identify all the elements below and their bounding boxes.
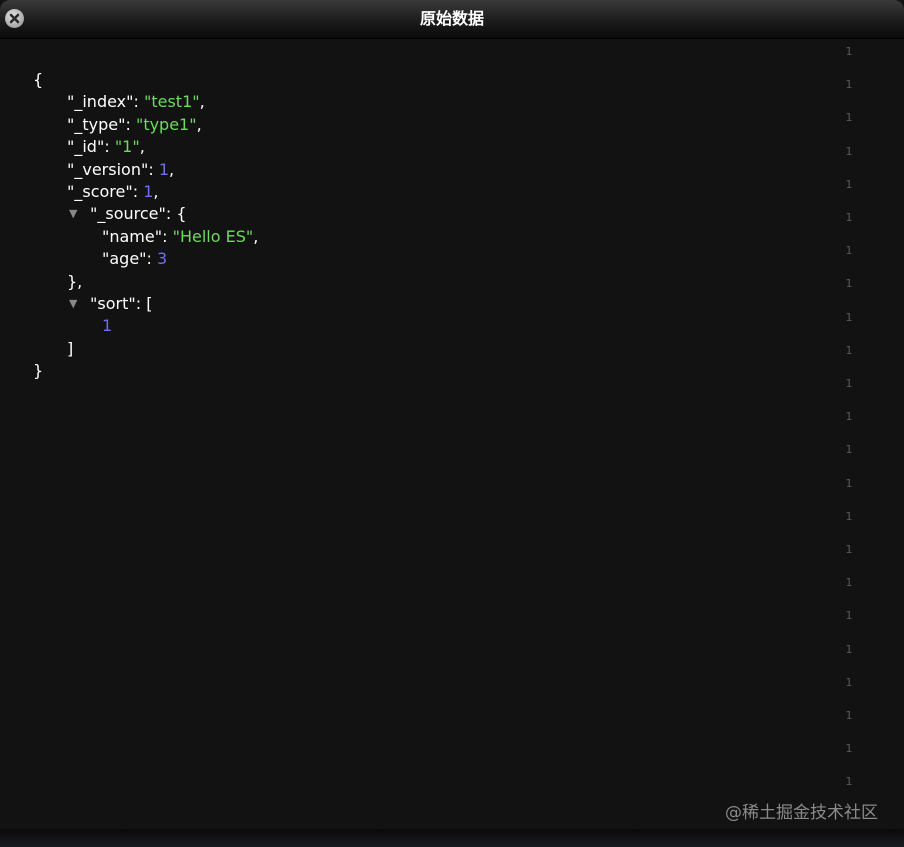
- json-field-source: ▼ "_source": {: [33, 203, 258, 225]
- line-marker: 1: [845, 443, 853, 457]
- line-marker: 1: [845, 476, 853, 490]
- triangle-down-icon[interactable]: ▼: [69, 293, 77, 315]
- line-marker: 1: [845, 675, 853, 689]
- json-field-type: "_type": "type1",: [33, 114, 258, 136]
- raw-data-content[interactable]: { "_index": "test1", "_type": "type1", "…: [0, 39, 904, 829]
- window-title: 原始数据: [419, 9, 484, 28]
- json-colon: :: [148, 159, 159, 179]
- line-marker: 1: [845, 576, 853, 590]
- line-marker: 1: [845, 742, 853, 756]
- line-marker: 1: [845, 244, 853, 258]
- watermark: @稀土掘金技术社区: [725, 803, 878, 823]
- json-comma: ,: [169, 159, 175, 179]
- json-number-value: 1: [143, 181, 154, 201]
- json-close-brace: }: [33, 361, 44, 381]
- json-comma: ,: [196, 114, 202, 134]
- triangle-down-icon[interactable]: ▼: [69, 203, 77, 225]
- json-key: "_version": [67, 159, 149, 179]
- line-marker: 1: [845, 111, 853, 125]
- json-field-version: "_version": 1,: [33, 159, 258, 181]
- bottom-bar: [0, 829, 904, 847]
- line-marker: 1: [845, 775, 853, 789]
- json-comma: ,: [153, 181, 159, 201]
- json-comma: ,: [253, 226, 259, 246]
- json-colon: :: [162, 226, 173, 246]
- line-marker: 1: [845, 343, 853, 357]
- line-marker: 1: [845, 543, 853, 556]
- json-key: "age": [102, 249, 147, 269]
- json-field-name: "name": "Hello ES",: [33, 226, 258, 248]
- json-key: "_id": [67, 137, 105, 157]
- json-key: "_index": [67, 92, 134, 112]
- json-number-value: 1: [158, 159, 169, 179]
- json-open-brace: {: [176, 204, 187, 224]
- line-marker: 1: [845, 78, 853, 92]
- json-colon: :: [104, 137, 115, 157]
- json-string-value: "Hello ES": [172, 226, 254, 246]
- title-bar[interactable]: 原始数据: [0, 0, 904, 39]
- json-colon: :: [135, 293, 147, 313]
- line-marker: 1: [845, 144, 853, 158]
- json-comma: ,: [199, 92, 205, 112]
- line-marker: 1: [845, 211, 853, 224]
- json-string-value: "type1": [135, 114, 197, 134]
- line-marker: 1: [845, 509, 853, 523]
- json-field-index: "_index": "test1",: [33, 91, 258, 113]
- line-marker: 1: [845, 310, 853, 324]
- line-marker: 1: [845, 609, 853, 623]
- line-marker: 1: [845, 709, 853, 722]
- line-marker: 1: [845, 277, 853, 291]
- json-open-bracket: [: [146, 293, 153, 313]
- json-field-score: "_score": 1,: [33, 181, 258, 203]
- json-colon: :: [165, 204, 177, 224]
- json-colon: :: [132, 181, 144, 201]
- json-key: "_source": [90, 204, 166, 224]
- json-viewer: { "_index": "test1", "_type": "type1", "…: [33, 69, 258, 382]
- line-marker: 1: [845, 410, 853, 424]
- json-key: "name": [102, 226, 163, 246]
- json-key: "_score": [67, 181, 133, 201]
- json-colon: :: [146, 249, 158, 269]
- json-field-id: "_id": "1",: [33, 136, 258, 158]
- json-key: "_type": [67, 114, 126, 134]
- json-string-value: "1": [114, 137, 140, 157]
- line-marker: 1: [845, 642, 853, 656]
- json-close-bracket: ]: [67, 338, 74, 358]
- line-marker: 1: [845, 45, 853, 58]
- raw-data-window: 原始数据 { "_index": "test1", "_type": "type…: [0, 0, 904, 847]
- json-open-brace: {: [33, 70, 44, 89]
- json-field-sort: ▼ "sort": [: [33, 293, 258, 315]
- json-array-value: 1: [102, 316, 113, 336]
- json-colon: :: [125, 114, 136, 134]
- json-colon: :: [133, 92, 144, 112]
- json-field-age: "age": 3: [33, 248, 258, 270]
- json-number-value: 3: [157, 249, 168, 269]
- line-marker: 1: [845, 377, 853, 390]
- line-marker: 1: [845, 177, 853, 191]
- json-string-value: "test1": [143, 92, 200, 112]
- json-key: "sort": [90, 293, 136, 313]
- json-comma: ,: [139, 137, 145, 157]
- json-source-close: },: [67, 271, 83, 291]
